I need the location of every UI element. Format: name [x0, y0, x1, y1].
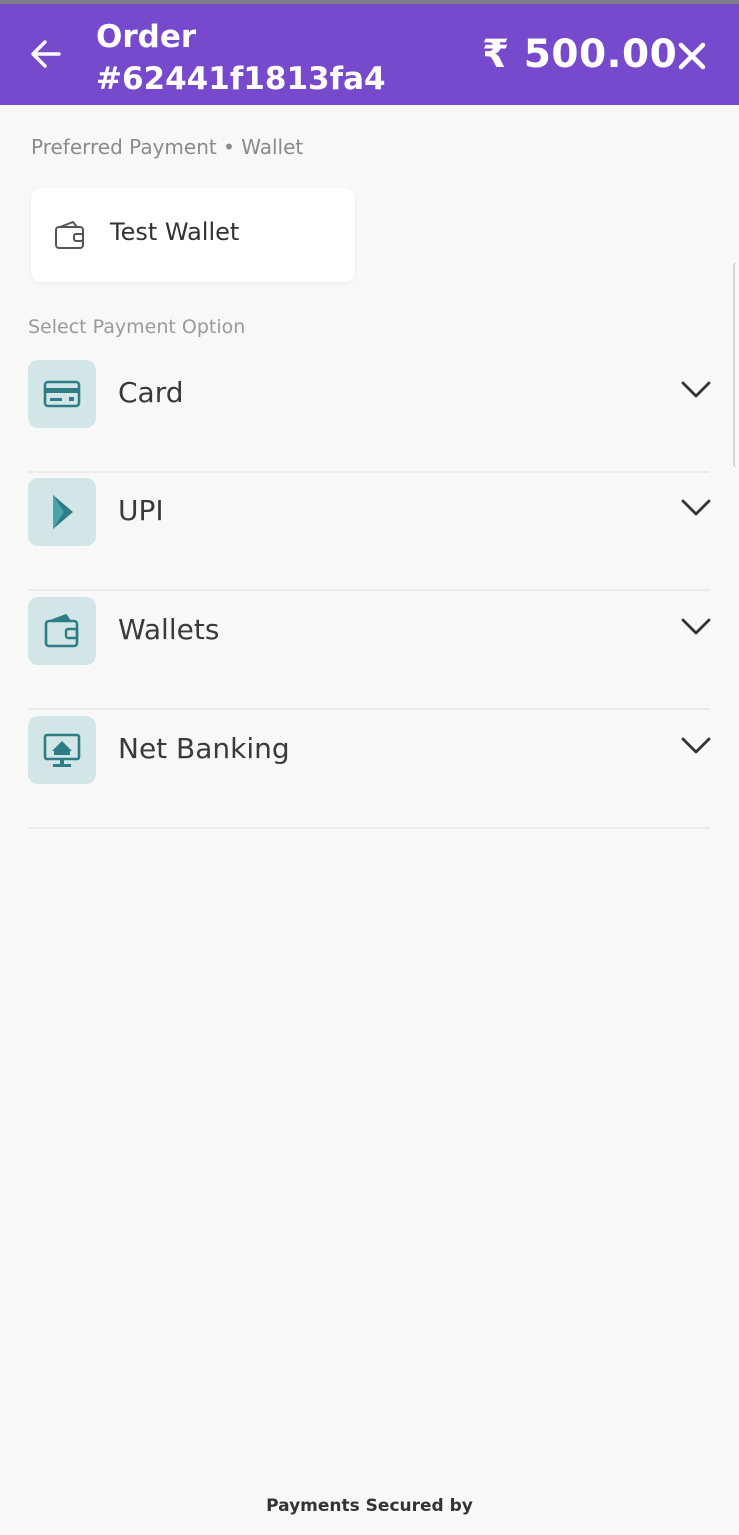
chevron-down-icon — [681, 618, 711, 635]
close-icon — [678, 42, 706, 70]
chevron-down-icon — [681, 381, 711, 398]
payment-option-wallets[interactable]: Wallets — [28, 592, 711, 710]
option-label-card: Card — [118, 376, 184, 409]
payments-secured-text: Payments Secured by — [266, 1496, 473, 1516]
chevron-down-icon — [681, 499, 711, 516]
order-title: Order #62441f1813fa4 — [96, 16, 386, 100]
upi-icon — [53, 495, 73, 529]
back-button[interactable] — [26, 34, 66, 74]
scrollbar[interactable] — [733, 262, 739, 468]
option-label-wallets: Wallets — [118, 613, 220, 646]
arrow-left-icon — [31, 40, 61, 68]
card-icon-box — [28, 360, 96, 428]
net-banking-icon-box — [28, 716, 96, 784]
select-payment-label: Select Payment Option — [28, 316, 246, 338]
option-label-net-banking: Net Banking — [118, 732, 290, 765]
upi-icon-box — [28, 478, 96, 546]
option-label-upi: UPI — [118, 494, 164, 527]
wallet-icon — [53, 220, 87, 252]
preferred-wallet-card[interactable]: Test Wallet — [31, 188, 355, 282]
preferred-wallet-name: Test Wallet — [110, 218, 240, 246]
close-button[interactable] — [676, 40, 708, 72]
wallet-icon — [44, 614, 79, 648]
order-label: Order — [96, 19, 197, 55]
net-banking-icon — [43, 733, 81, 767]
wallet-icon-box — [28, 597, 96, 665]
order-id: #62441f1813fa4 — [96, 61, 386, 97]
order-amount: ₹ 500.00 — [482, 32, 678, 77]
payment-option-upi[interactable]: UPI — [28, 473, 711, 591]
preferred-payment-label: Preferred Payment • Wallet — [31, 135, 304, 159]
card-icon — [43, 380, 81, 408]
app-header: Order #62441f1813fa4 ₹ 500.00 — [0, 4, 739, 105]
payment-option-net-banking[interactable]: Net Banking — [28, 711, 711, 829]
payment-option-card[interactable]: Card — [28, 355, 711, 473]
chevron-down-icon — [681, 737, 711, 754]
